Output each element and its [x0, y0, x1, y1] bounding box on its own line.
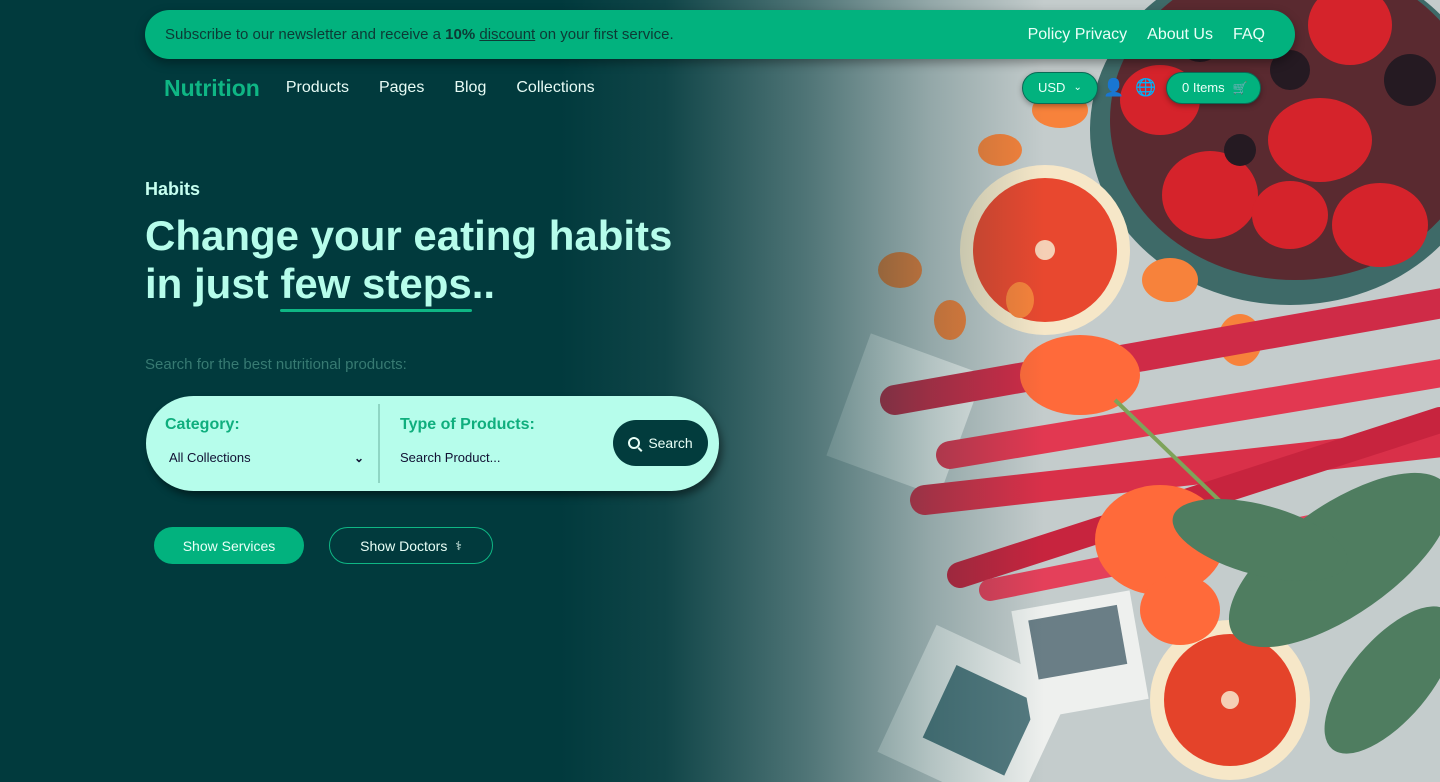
- chevron-down-icon: ⌄: [354, 451, 365, 465]
- cart-icon: 🛒: [1232, 80, 1248, 95]
- headline-line-2-end: ..: [471, 260, 496, 307]
- product-search-form: Category: All Collections ⌄ Type of Prod…: [146, 396, 719, 491]
- nav-actions: USD ⌄ 👤 🌐 0 Items 🛒: [1022, 71, 1261, 104]
- cart-button[interactable]: 0 Items 🛒: [1166, 71, 1261, 104]
- hero-gradient-overlay: [560, 0, 1440, 782]
- product-type-label: Type of Products:: [400, 416, 535, 433]
- chevron-down-icon: ⌄: [1073, 82, 1082, 93]
- show-doctors-label: Show Doctors: [360, 537, 448, 554]
- search-divider: [378, 404, 380, 483]
- main-nav: Nutrition Products Pages Blog Collection…: [164, 72, 625, 104]
- headline-line-1: Change your eating habits: [145, 212, 673, 259]
- promo-discount-value: 10%: [445, 26, 476, 43]
- category-select[interactable]: Category: All Collections ⌄: [165, 396, 364, 491]
- newsletter-banner: Subscribe to our newsletter and receive …: [145, 10, 1295, 59]
- hero-eyebrow: Habits: [145, 179, 201, 199]
- currency-selector[interactable]: USD ⌄: [1022, 71, 1098, 104]
- promo-text-end: on your first service.: [535, 26, 674, 43]
- search-button[interactable]: Search: [613, 420, 708, 466]
- nav-item-products[interactable]: Products: [286, 79, 349, 97]
- search-icon: [628, 437, 641, 449]
- product-type-field[interactable]: Type of Products: Search Product...: [400, 396, 600, 491]
- user-icon[interactable]: 👤: [1098, 78, 1130, 98]
- faq-link[interactable]: FAQ: [1233, 26, 1265, 44]
- search-button-label: Search: [648, 435, 693, 451]
- product-search-input[interactable]: Search Product...: [400, 450, 500, 465]
- topbar-links: Policy Privacy About Us FAQ: [1028, 26, 1265, 44]
- cart-count-label: 0 Items: [1182, 80, 1225, 95]
- category-label: Category:: [165, 416, 240, 433]
- about-us-link[interactable]: About Us: [1147, 26, 1213, 44]
- promo-text-start: Subscribe to our newsletter and receive …: [165, 26, 446, 43]
- currency-value: USD: [1038, 80, 1066, 95]
- policy-privacy-link[interactable]: Policy Privacy: [1028, 26, 1128, 44]
- newsletter-promo-text: Subscribe to our newsletter and receive …: [165, 26, 674, 43]
- hero-headline: Change your eating habits in just few st…: [145, 212, 785, 312]
- search-subtitle: Search for the best nutritional products…: [145, 356, 407, 373]
- nav-item-collections[interactable]: Collections: [516, 79, 594, 97]
- show-services-button[interactable]: Show Services: [154, 527, 304, 564]
- promo-discount-link[interactable]: discount: [479, 26, 535, 43]
- headline-line-2-start: in just: [145, 260, 281, 307]
- globe-icon[interactable]: 🌐: [1130, 78, 1162, 98]
- category-value: All Collections: [169, 450, 251, 465]
- show-services-label: Show Services: [182, 537, 276, 554]
- headline-highlight: few steps: [280, 260, 473, 312]
- nav-item-pages[interactable]: Pages: [379, 79, 424, 97]
- show-doctors-button[interactable]: Show Doctors ⚕: [329, 527, 493, 564]
- doctor-icon: ⚕: [455, 538, 462, 553]
- site-logo[interactable]: Nutrition: [164, 75, 260, 102]
- nav-item-blog[interactable]: Blog: [454, 79, 486, 97]
